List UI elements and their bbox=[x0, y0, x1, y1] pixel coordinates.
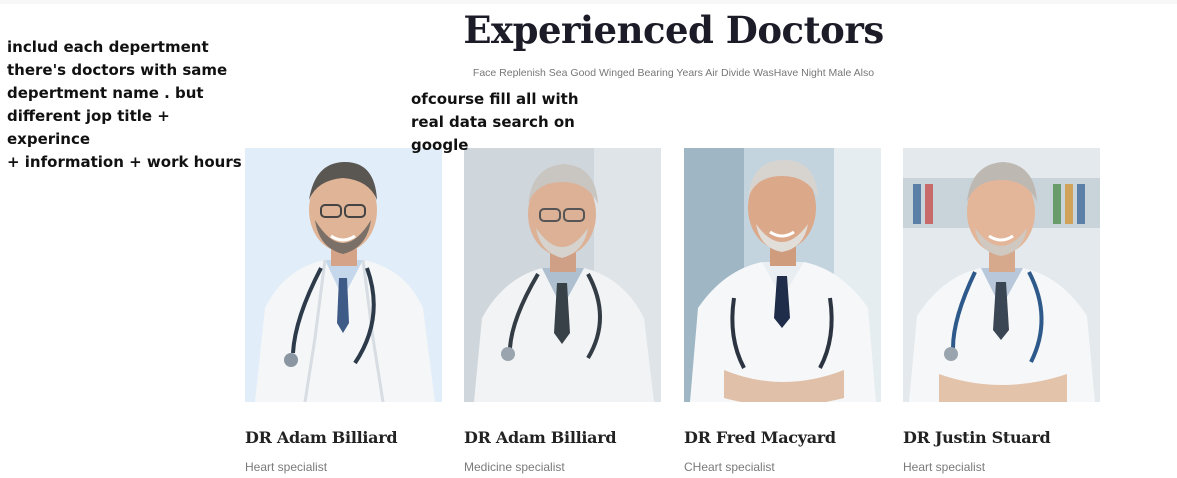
doctor-name[interactable]: DR Justin Stuard bbox=[903, 428, 1133, 447]
doctor-card[interactable]: DR Fred Macyard CHeart specialist bbox=[684, 148, 881, 474]
doctor-photo bbox=[245, 148, 442, 402]
doctor-card[interactable]: DR Justin Stuard Heart specialist bbox=[903, 148, 1100, 474]
doctor-photo bbox=[684, 148, 881, 402]
doctor-role: Heart specialist bbox=[903, 460, 986, 474]
doctor-role: Heart specialist bbox=[245, 460, 328, 474]
doctor-card[interactable]: DR Adam Billiard Heart specialist bbox=[245, 148, 442, 474]
doctor-name[interactable]: DR Adam Billiard bbox=[464, 428, 694, 447]
annotation-note-right: ofcourse fill all with real data search … bbox=[411, 90, 579, 154]
doctor-role: CHeart specialist bbox=[684, 460, 775, 474]
annotation-note-left: includ each depertment there's doctors w… bbox=[7, 38, 242, 171]
doctor-name[interactable]: DR Adam Billiard bbox=[245, 428, 475, 447]
doctor-name[interactable]: DR Fred Macyard bbox=[684, 428, 914, 447]
top-divider bbox=[0, 0, 1177, 4]
doctor-role: Medicine specialist bbox=[464, 460, 565, 474]
doctor-photo bbox=[464, 148, 661, 402]
doctor-photo bbox=[903, 148, 1100, 402]
doctor-card[interactable]: DR Adam Billiard Medicine specialist bbox=[464, 148, 661, 474]
